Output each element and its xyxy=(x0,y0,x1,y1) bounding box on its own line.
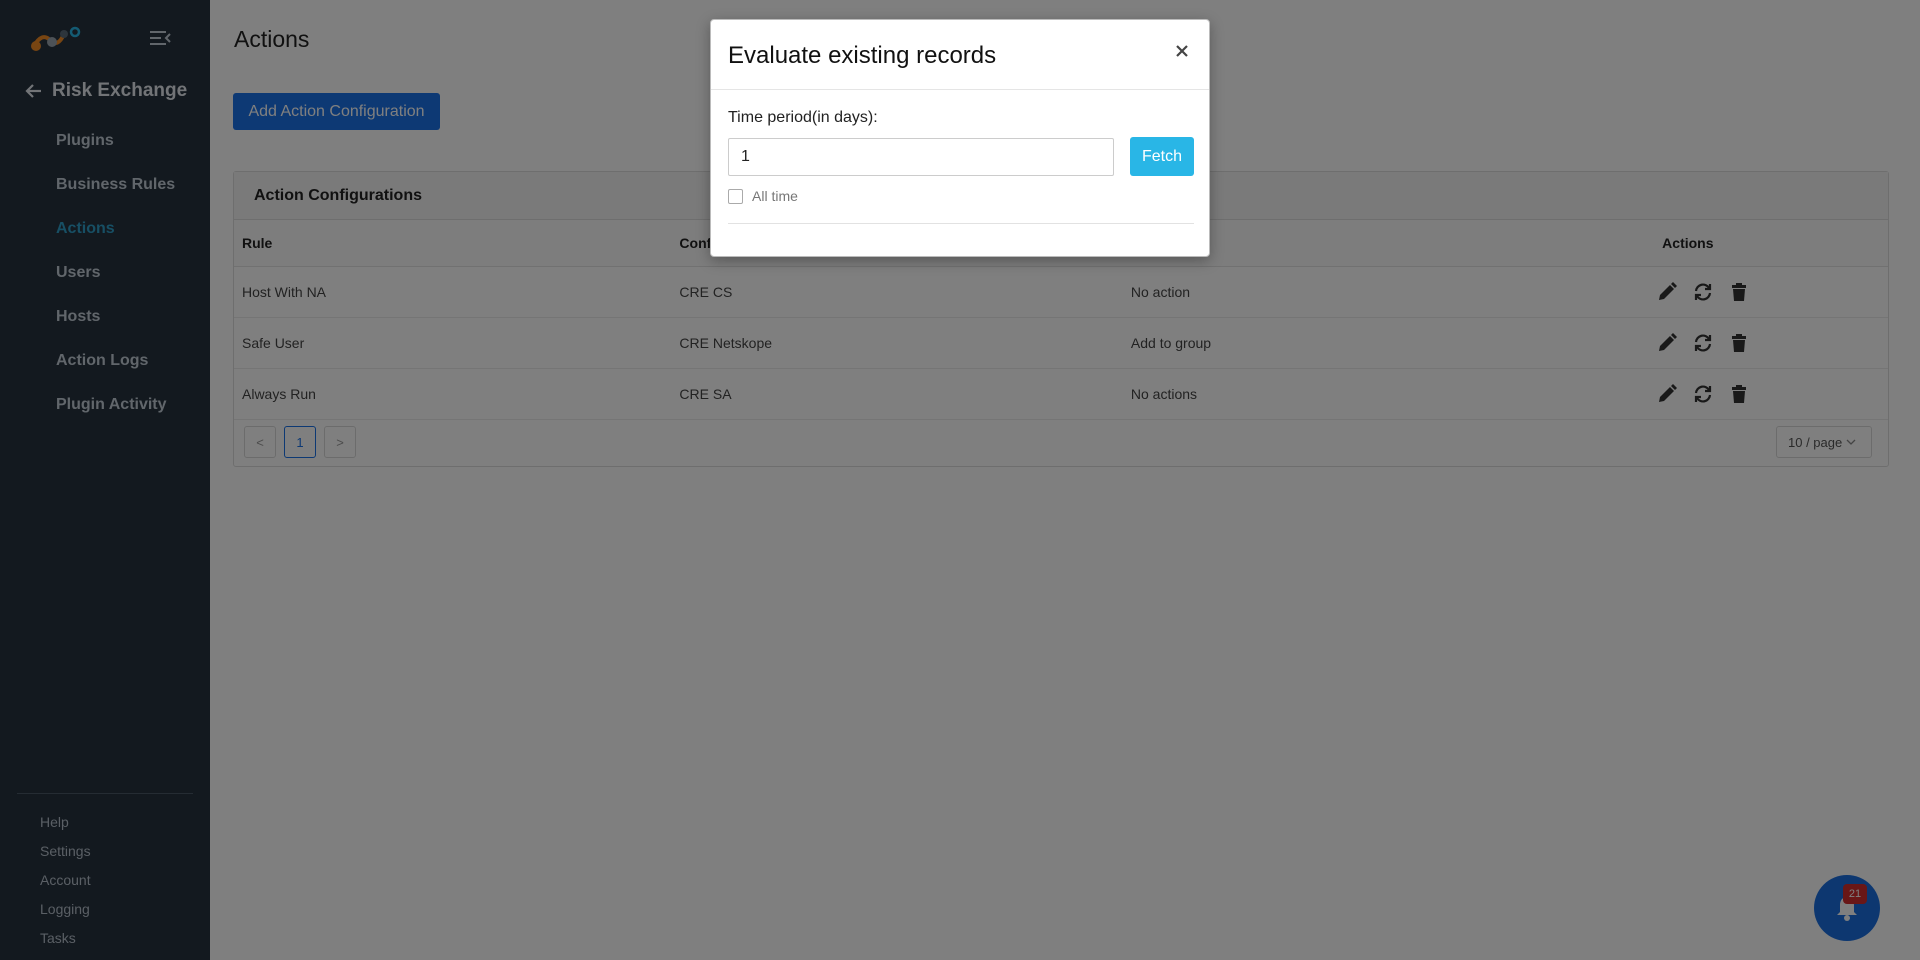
evaluate-records-modal: Evaluate existing records Time period(in… xyxy=(710,19,1210,257)
all-time-label: All time xyxy=(752,188,798,204)
all-time-checkbox[interactable] xyxy=(728,188,743,204)
time-period-label: Time period(in days): xyxy=(728,109,878,126)
modal-title: Evaluate existing records xyxy=(728,42,997,69)
all-time-checkbox-row[interactable]: All time xyxy=(728,188,798,204)
fetch-button[interactable]: Fetch xyxy=(1130,137,1194,176)
close-icon[interactable] xyxy=(1171,40,1193,62)
modal-header: Evaluate existing records xyxy=(711,20,1209,90)
time-period-input[interactable] xyxy=(728,138,1114,176)
modal-divider xyxy=(728,223,1194,224)
